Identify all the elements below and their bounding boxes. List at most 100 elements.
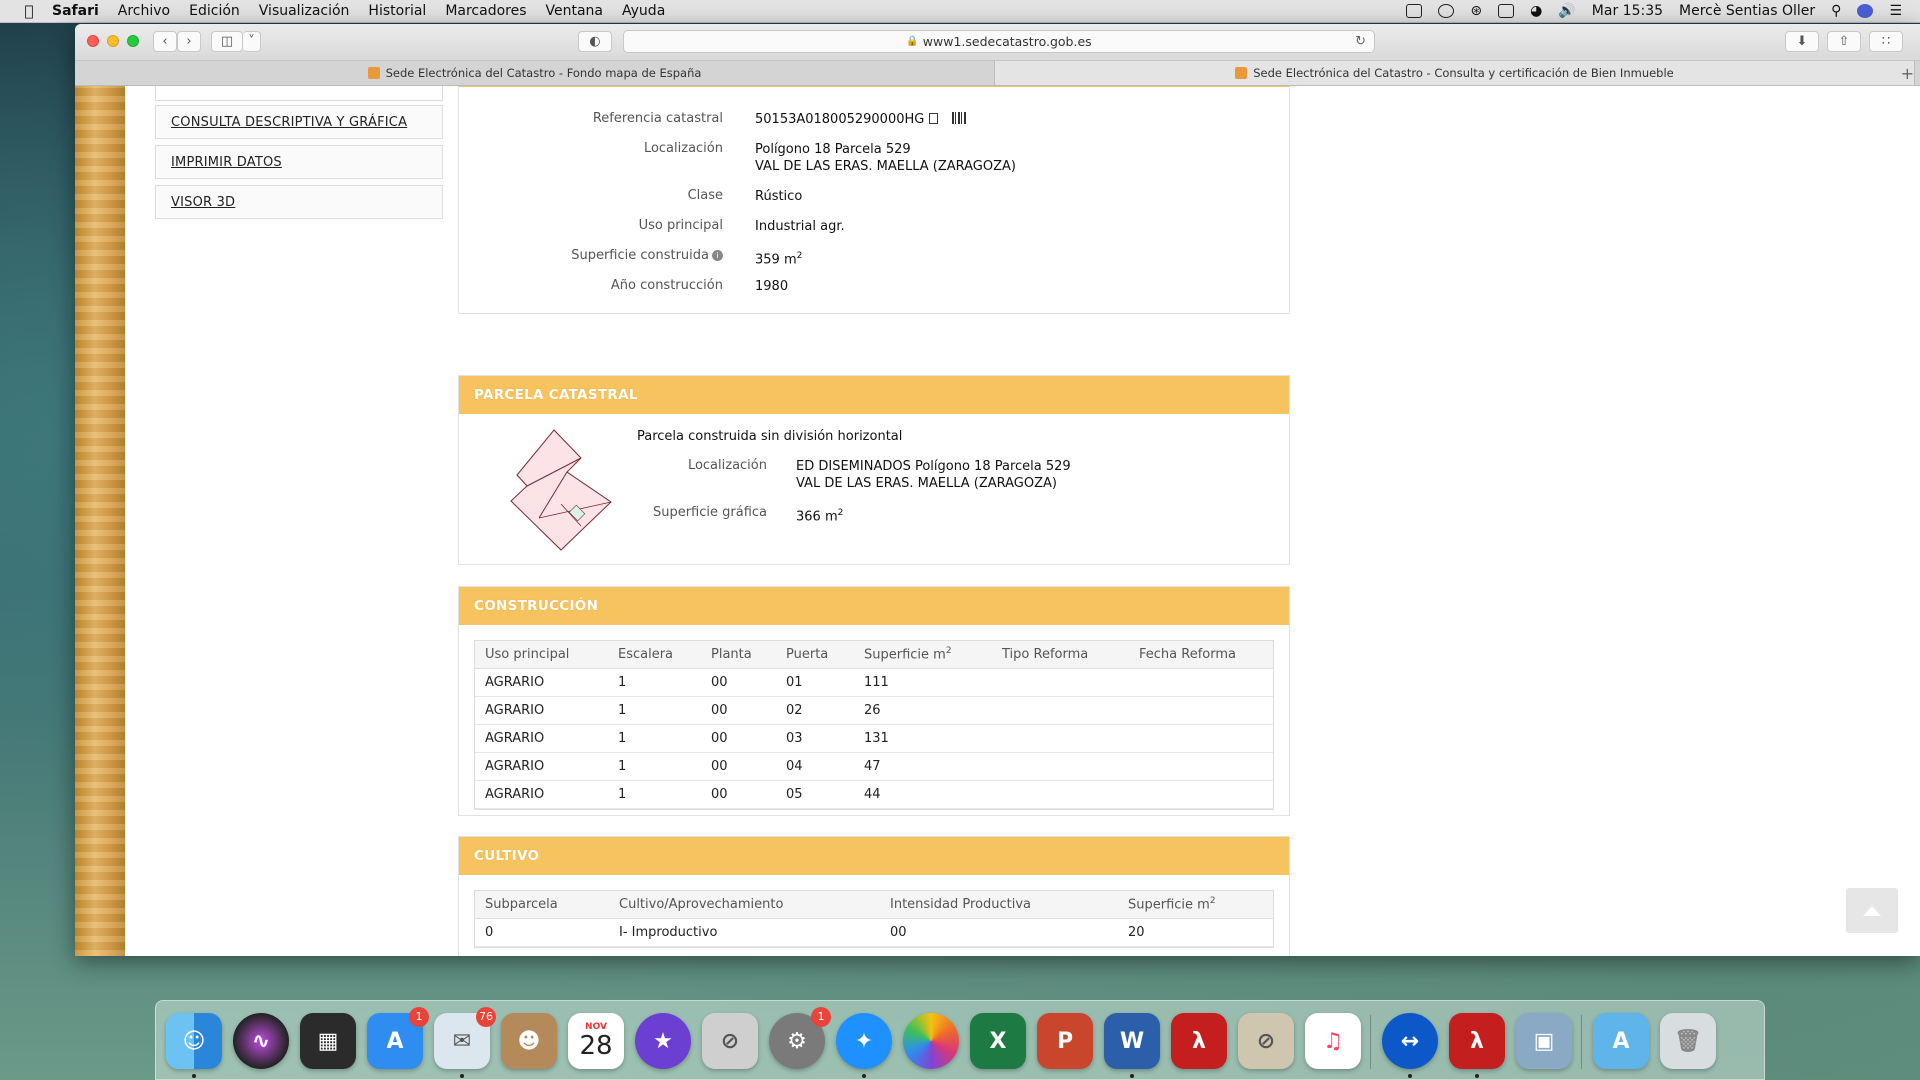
sidebar-menu-button[interactable]: ˅ <box>243 31 261 52</box>
safari-icon[interactable]: ✦ <box>836 1013 892 1069</box>
app-store-icon[interactable]: A1 <box>367 1007 429 1069</box>
blocked-app-icon[interactable]: ⊘ <box>702 1013 758 1069</box>
menu-app-name[interactable]: Safari <box>52 3 99 19</box>
cell-uso: AGRARIO <box>475 780 608 809</box>
volume-icon[interactable]: 🔊 <box>1558 3 1575 19</box>
contacts-icon[interactable]: ☻ <box>501 1013 557 1069</box>
share-button[interactable]: ⇧ <box>1827 31 1861 52</box>
menu-archivo[interactable]: Archivo <box>118 3 170 19</box>
menu-ventana[interactable]: Ventana <box>546 3 604 19</box>
screen-share-icon[interactable] <box>1406 4 1423 18</box>
user-name[interactable]: Mercè Sentias Oller <box>1679 3 1815 19</box>
cell-escalera: 1 <box>608 724 701 753</box>
calendar-icon[interactable]: NOV 28 <box>568 1013 624 1069</box>
time-machine-icon[interactable] <box>1438 4 1455 18</box>
mission-control-icon[interactable]: ▦ <box>300 1013 356 1069</box>
cell-tipo-reforma <box>992 724 1129 753</box>
applications-folder-icon[interactable]: A <box>1593 1013 1649 1069</box>
barcode-icon[interactable] <box>952 112 967 124</box>
cell-uso: AGRARIO <box>475 752 608 781</box>
label-localizacion: Localización <box>643 141 723 156</box>
side-menu-previous-item[interactable] <box>155 86 443 101</box>
zoom-window-button[interactable] <box>127 35 139 47</box>
arrow-up-icon <box>1863 905 1881 916</box>
input-source-icon[interactable] <box>1498 4 1515 18</box>
acrobat-icon[interactable]: λ <box>1171 1013 1227 1069</box>
forward-button[interactable]: › <box>177 31 201 52</box>
new-tab-button[interactable]: + <box>1901 64 1914 83</box>
scroll-to-top-button[interactable] <box>1846 888 1898 933</box>
panel-construccion-title: CONSTRUCCIÓN <box>459 587 1289 625</box>
menu-edicion[interactable]: Edición <box>189 3 240 19</box>
cell-puerta: 05 <box>776 780 854 809</box>
side-menu: CONSULTA DESCRIPTIVA Y GRÁFICA IMPRIMIR … <box>155 86 443 225</box>
back-button[interactable]: ‹ <box>153 31 177 52</box>
menu-visualizacion[interactable]: Visualización <box>259 3 350 19</box>
row-superficie-construida: Superficie construida i 359 m2 <box>459 248 1289 278</box>
table-row: AGRARIO 1 00 02 26 <box>475 696 1273 725</box>
spotlight-search-icon[interactable]: ⚲ <box>1831 3 1841 19</box>
table-header-row: Uso principal Escalera Planta Puerta Sup… <box>475 641 1273 669</box>
finder-icon[interactable]: ☺ <box>166 1013 222 1069</box>
trash-icon[interactable]: 🗑 <box>1660 1013 1716 1069</box>
table-construccion: Uso principal Escalera Planta Puerta Sup… <box>474 640 1274 810</box>
cell-planta: 00 <box>701 780 776 809</box>
menu-marcadores[interactable]: Marcadores <box>445 3 526 19</box>
col-planta: Planta <box>701 641 776 669</box>
siri-icon[interactable]: ∿ <box>233 1013 289 1069</box>
close-window-button[interactable] <box>87 35 99 47</box>
side-menu-visor-3d[interactable]: VISOR 3D <box>155 185 443 219</box>
apple-menu-icon[interactable]:  <box>20 2 38 20</box>
system-preferences-icon[interactable]: ⚙ 1 <box>769 1007 831 1069</box>
wifi-icon[interactable]: ◕ <box>1530 3 1542 19</box>
side-menu-consulta-descriptiva[interactable]: CONSULTA DESCRIPTIVA Y GRÁFICA <box>155 105 443 139</box>
excel-icon[interactable]: X <box>970 1013 1026 1069</box>
blocked-app-icon[interactable]: ⊘ <box>1238 1013 1294 1069</box>
menu-historial[interactable]: Historial <box>368 3 426 19</box>
music-icon[interactable]: ♫ <box>1305 1013 1361 1069</box>
word-icon[interactable]: W <box>1104 1013 1160 1069</box>
sidebar-icon: ◫ <box>220 34 234 49</box>
unit-exponent: 2 <box>837 508 844 518</box>
chevron-down-icon: ˅ <box>248 34 255 49</box>
downloads-button[interactable]: ⬇ <box>1785 31 1819 52</box>
privacy-report-button[interactable]: ◐ <box>578 31 612 52</box>
running-indicator <box>460 1074 464 1078</box>
info-icon[interactable]: i <box>712 250 723 261</box>
notification-center-icon[interactable]: ☰ <box>1889 3 1902 19</box>
clock[interactable]: Mar 15:35 <box>1592 3 1663 19</box>
sidebar-toggle-button[interactable]: ◫ <box>211 31 243 52</box>
siri-menu-icon[interactable] <box>1857 4 1874 18</box>
parcela-plan-icon[interactable] <box>509 428 619 553</box>
col-subparcela: Subparcela <box>475 891 609 919</box>
cell-fecha-reforma <box>1129 668 1273 697</box>
tab-overview-button[interactable]: ∷ <box>1869 31 1903 52</box>
imovie-icon[interactable]: ★ <box>635 1013 691 1069</box>
col-fecha-reforma: Fecha Reforma <box>1129 641 1273 669</box>
powerpoint-icon[interactable]: P <box>1037 1013 1093 1069</box>
cell-uso: AGRARIO <box>475 696 608 725</box>
acrobat-reader-icon[interactable]: λ <box>1449 1013 1505 1069</box>
table-cultivo: Subparcela Cultivo/Aprovechamiento Inten… <box>474 890 1274 948</box>
bluetooth-icon[interactable]: ⊛ <box>1470 3 1482 19</box>
address-bar[interactable]: 🔒 www1.sedecatastro.gob.es ↻ <box>623 30 1375 53</box>
value-parcela-localizacion-line2: VAL DE LAS ERAS. MAELLA (ZARAGOZA) <box>796 476 1057 491</box>
tab-consulta-bien-inmueble[interactable]: Sede Electrónica del Catastro - Consulta… <box>995 61 1915 85</box>
teamviewer-icon[interactable]: ↔ <box>1382 1013 1438 1069</box>
shield-icon: ◐ <box>589 34 601 49</box>
preview-icon[interactable]: ▣ <box>1516 1013 1572 1069</box>
copy-icon[interactable] <box>929 113 939 124</box>
menu-ayuda[interactable]: Ayuda <box>622 3 665 19</box>
cell-uso: AGRARIO <box>475 668 608 697</box>
cell-uso: AGRARIO <box>475 724 608 753</box>
col-uso-principal: Uso principal <box>475 641 608 669</box>
side-menu-imprimir-datos[interactable]: IMPRIMIR DATOS <box>155 145 443 179</box>
mail-icon[interactable]: ✉ 76 <box>434 1007 496 1069</box>
tab-fondo-mapa[interactable]: Sede Electrónica del Catastro - Fondo ma… <box>75 61 995 85</box>
cell-puerta: 01 <box>776 668 854 697</box>
label-ano-construccion: Año construcción <box>610 278 723 293</box>
minimize-window-button[interactable] <box>107 35 119 47</box>
photos-icon[interactable] <box>903 1013 959 1069</box>
reload-icon[interactable]: ↻ <box>1355 34 1366 49</box>
dock-separator <box>1581 1015 1582 1069</box>
